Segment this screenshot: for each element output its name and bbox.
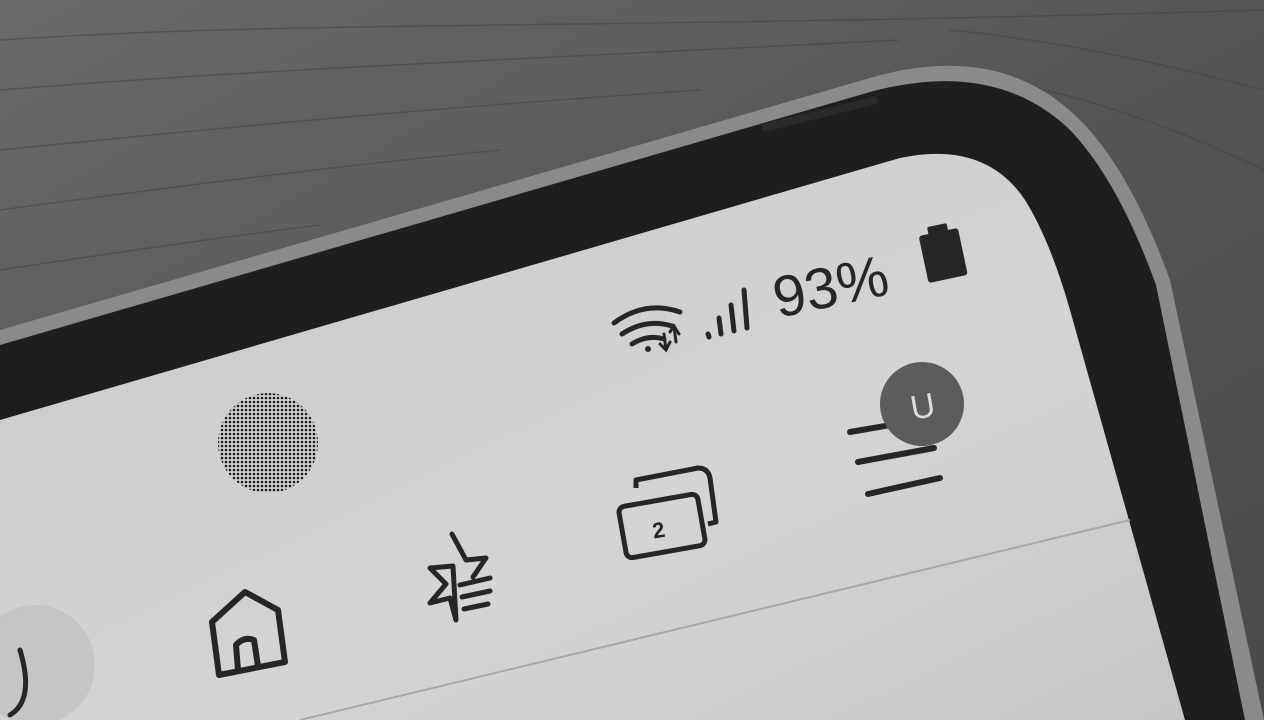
pixelated-dot xyxy=(218,393,318,493)
phone-photo: 93% 2 U xyxy=(0,0,1264,720)
photo-scene: 93% 2 U xyxy=(0,0,1264,720)
